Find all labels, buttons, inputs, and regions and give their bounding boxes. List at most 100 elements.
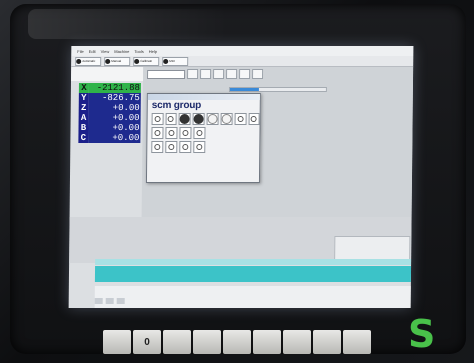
manual-label: Manual bbox=[111, 59, 122, 63]
tool-button[interactable] bbox=[151, 127, 164, 139]
axis-letter: Y bbox=[78, 93, 89, 103]
key[interactable] bbox=[163, 330, 191, 354]
menu-item-machine[interactable]: Machine bbox=[114, 49, 129, 54]
program-select[interactable] bbox=[147, 70, 186, 79]
tool-icon bbox=[237, 116, 244, 122]
axis-letter: B bbox=[78, 123, 89, 133]
tool-button[interactable] bbox=[165, 127, 178, 139]
tool-button[interactable] bbox=[193, 141, 206, 153]
watermark-logo: S bbox=[406, 310, 466, 358]
control-button[interactable] bbox=[239, 69, 251, 79]
taskbar-icon[interactable] bbox=[94, 298, 103, 304]
axis-row-b[interactable]: B +0.00 bbox=[78, 123, 141, 133]
taskbar-icon[interactable] bbox=[116, 298, 125, 304]
tool-button[interactable] bbox=[151, 113, 164, 125]
calibrate-label: Calibrate bbox=[140, 59, 153, 63]
machine-icon bbox=[76, 58, 82, 64]
axis-row-x[interactable]: X -2121.88 bbox=[78, 83, 141, 93]
tool-row bbox=[147, 141, 259, 153]
tool-icon bbox=[154, 144, 161, 150]
tool-button[interactable] bbox=[248, 113, 260, 125]
key[interactable] bbox=[193, 330, 221, 354]
calibrate-button[interactable]: Calibrate bbox=[133, 56, 160, 66]
axis-value: +0.00 bbox=[88, 123, 141, 133]
tool-icon bbox=[182, 144, 189, 150]
control-button[interactable] bbox=[187, 69, 199, 79]
tool-icon bbox=[168, 144, 175, 150]
axis-letter: C bbox=[78, 133, 89, 143]
mdi-icon bbox=[163, 58, 169, 64]
axis-row-a[interactable]: A +0.00 bbox=[78, 113, 141, 123]
tool-button[interactable] bbox=[165, 113, 177, 125]
status-bar bbox=[94, 266, 412, 282]
tool-icon bbox=[154, 116, 161, 122]
menu-item-edit[interactable]: Edit bbox=[89, 49, 96, 54]
spindle-off-icon bbox=[207, 114, 218, 124]
tool-button[interactable] bbox=[192, 113, 205, 125]
control-button[interactable] bbox=[226, 69, 238, 79]
axis-position-display: X -2121.88 Y -826.75 Z +0.00 A +0.00 B +… bbox=[78, 83, 141, 143]
tool-icon bbox=[154, 130, 161, 136]
scm-group-logo: scm group bbox=[151, 100, 202, 111]
hardware-keypad: 0 bbox=[103, 330, 393, 356]
mdi-button[interactable]: MDI bbox=[162, 56, 189, 66]
photo: File Edit View Machine Tools Help Automa… bbox=[0, 0, 474, 363]
key[interactable] bbox=[343, 330, 371, 354]
menu-item-tools[interactable]: Tools bbox=[134, 49, 143, 54]
status-line bbox=[71, 75, 143, 79]
tool-row bbox=[147, 127, 259, 139]
menu-item-view[interactable]: View bbox=[101, 49, 110, 54]
tool-button[interactable] bbox=[151, 141, 164, 153]
axis-row-z[interactable]: Z +0.00 bbox=[78, 103, 141, 113]
tool-button[interactable] bbox=[179, 141, 192, 153]
menu-bar: File Edit View Machine Tools Help bbox=[71, 46, 414, 56]
tool-icon bbox=[196, 130, 203, 136]
automatic-button[interactable]: Automatic bbox=[75, 56, 102, 66]
key-0[interactable]: 0 bbox=[133, 330, 161, 354]
tool-icon bbox=[182, 130, 189, 136]
tool-button[interactable] bbox=[193, 127, 206, 139]
glass-reflection bbox=[28, 9, 228, 39]
axis-value: +0.00 bbox=[88, 133, 141, 143]
control-button[interactable] bbox=[213, 69, 225, 79]
axis-letter: A bbox=[78, 113, 89, 123]
key[interactable] bbox=[103, 330, 131, 354]
status-info-panel bbox=[71, 67, 144, 81]
spindle-on-icon bbox=[179, 114, 190, 124]
tool-button[interactable] bbox=[234, 113, 247, 125]
control-button[interactable] bbox=[252, 69, 264, 79]
spindle-on-icon bbox=[193, 114, 204, 124]
watermark-glyph: S bbox=[408, 312, 436, 356]
axis-value: -826.75 bbox=[88, 93, 141, 103]
taskbar bbox=[94, 286, 411, 308]
tool-button[interactable] bbox=[179, 127, 192, 139]
tool-popup-window: scm group bbox=[145, 93, 261, 183]
taskbar-icon[interactable] bbox=[105, 298, 114, 304]
key[interactable] bbox=[283, 330, 311, 354]
message-box bbox=[334, 236, 411, 260]
menu-item-file[interactable]: File bbox=[77, 49, 84, 54]
screen: File Edit View Machine Tools Help Automa… bbox=[68, 46, 414, 308]
tool-button[interactable] bbox=[220, 113, 233, 125]
axis-row-y[interactable]: Y -826.75 bbox=[78, 93, 141, 103]
control-button[interactable] bbox=[200, 69, 212, 79]
tool-icon bbox=[167, 116, 174, 122]
status-strip bbox=[95, 259, 412, 265]
spindle-off-icon bbox=[221, 114, 232, 124]
key[interactable] bbox=[223, 330, 251, 354]
key[interactable] bbox=[313, 330, 341, 354]
axis-letter: Z bbox=[78, 103, 89, 113]
manual-icon bbox=[105, 58, 111, 64]
tool-icon bbox=[168, 130, 175, 136]
tool-button[interactable] bbox=[206, 113, 219, 125]
tool-button[interactable] bbox=[178, 113, 191, 125]
automatic-label: Automatic bbox=[82, 59, 96, 63]
manual-button[interactable]: Manual bbox=[104, 56, 131, 66]
menu-item-help[interactable]: Help bbox=[149, 49, 157, 54]
tool-button[interactable] bbox=[165, 141, 178, 153]
axis-row-c[interactable]: C +0.00 bbox=[78, 133, 141, 143]
axis-value: -2121.88 bbox=[88, 83, 141, 93]
axis-value: +0.00 bbox=[88, 113, 141, 123]
control-buttons bbox=[187, 69, 264, 79]
key[interactable] bbox=[253, 330, 281, 354]
